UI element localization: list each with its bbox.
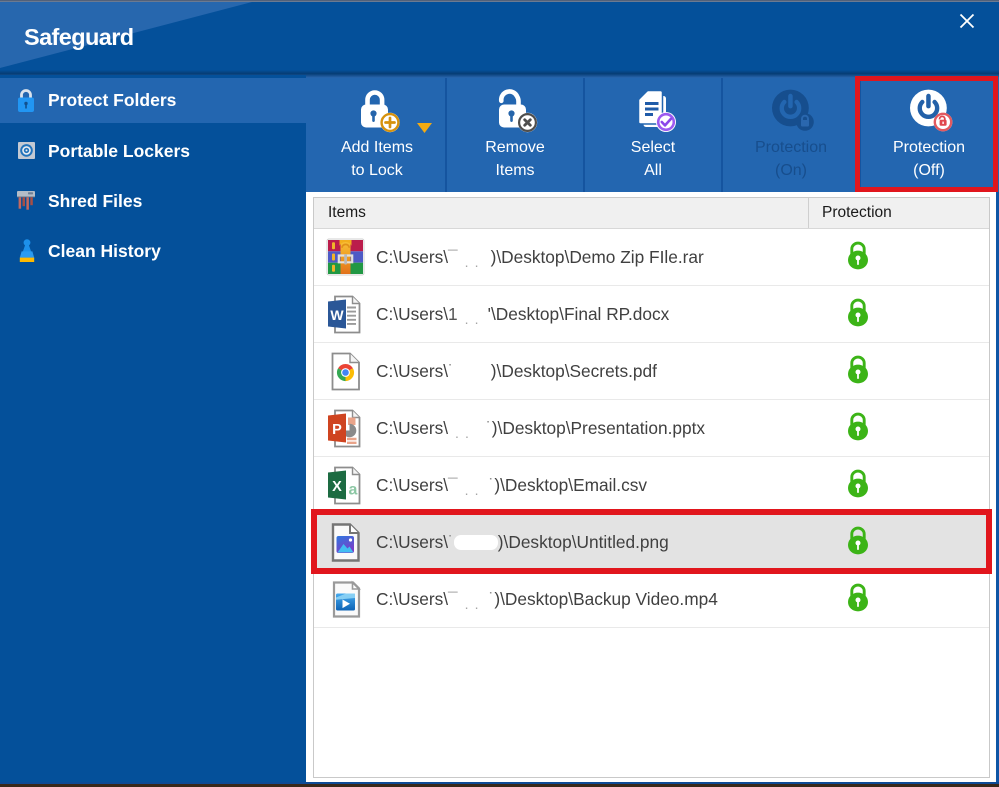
svg-text:W: W	[330, 307, 344, 323]
svg-text:P: P	[332, 422, 342, 438]
svg-text:a: a	[349, 482, 358, 499]
svg-text:X: X	[332, 479, 342, 495]
